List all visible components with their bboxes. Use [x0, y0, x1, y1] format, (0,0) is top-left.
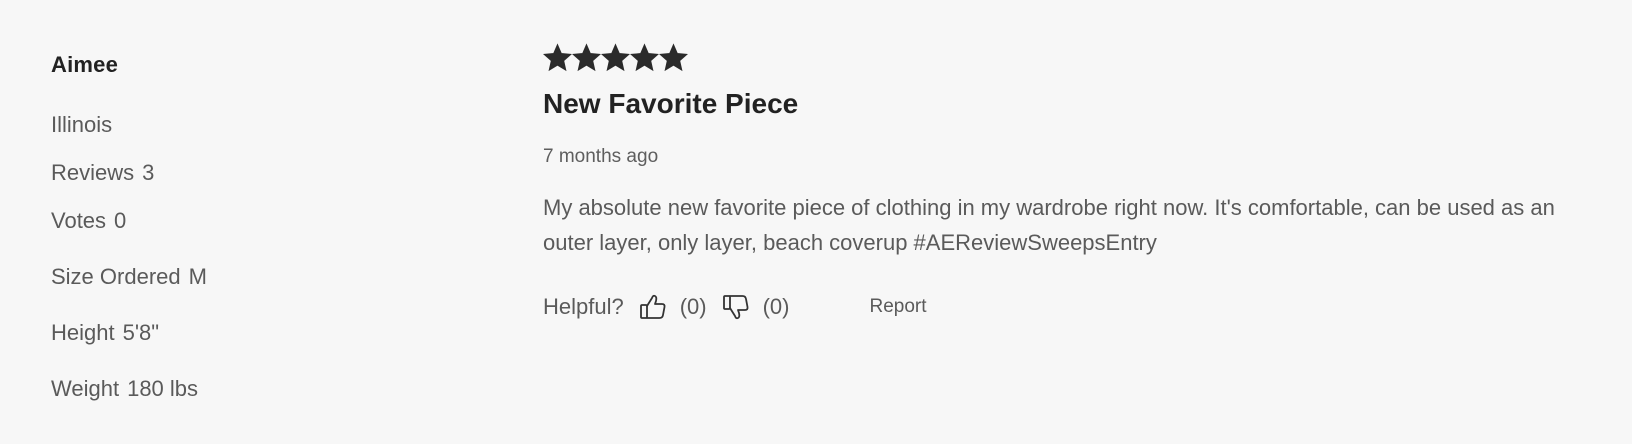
helpful-no-button[interactable]: (0): [721, 292, 790, 322]
votes-value: 0: [114, 208, 127, 233]
star-icon: [659, 43, 688, 73]
reviewer-name: Aimee: [51, 52, 119, 77]
reviews-value: 3: [142, 160, 155, 185]
reviewer-height: Height 5'8": [51, 320, 159, 346]
thumbs-up-icon: [638, 292, 668, 322]
reviewer-size-ordered: Size Ordered M: [51, 264, 207, 290]
reviews-label: Reviews: [51, 160, 135, 185]
height-value: 5'8": [122, 320, 160, 345]
review-body: My absolute new favorite piece of clothi…: [543, 195, 1555, 255]
star-icon: [572, 43, 601, 73]
height-label: Height: [51, 320, 115, 345]
review-date: 7 months ago: [543, 146, 659, 167]
helpful-label: Helpful?: [543, 294, 624, 319]
star-icon: [630, 43, 659, 73]
helpful-no-count: (0): [762, 294, 790, 319]
star-icon: [601, 43, 630, 73]
reviewer-weight: Weight 180 lbs: [51, 376, 198, 402]
helpful-yes-button[interactable]: (0): [638, 292, 707, 322]
thumbs-down-icon: [721, 292, 751, 322]
report-link[interactable]: Report: [870, 296, 927, 318]
helpful-yes-count: (0): [679, 294, 707, 319]
size-label: Size Ordered: [51, 264, 181, 289]
reviewer-votes-count: Votes 0: [51, 208, 126, 234]
votes-label: Votes: [51, 208, 107, 233]
review-title: New Favorite Piece: [543, 88, 799, 119]
helpful-bar: Helpful? (0) (0) Report: [543, 292, 927, 322]
star-rating: [543, 43, 688, 73]
weight-label: Weight: [51, 376, 120, 401]
star-icon: [543, 43, 572, 73]
weight-value: 180 lbs: [127, 376, 199, 401]
size-value: M: [188, 264, 207, 289]
reviewer-location: Illinois: [51, 112, 113, 137]
reviewer-reviews-count: Reviews 3: [51, 160, 154, 186]
